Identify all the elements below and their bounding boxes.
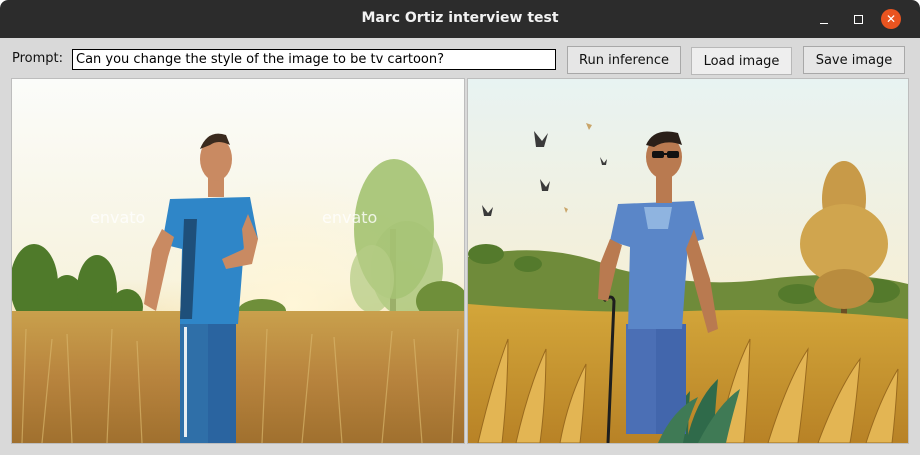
prompt-input[interactable] [72, 49, 556, 70]
app-window: Marc Ortiz interview test ✕ Prompt: Run … [0, 0, 920, 455]
output-image-panel [467, 78, 909, 444]
minimize-icon [820, 22, 828, 24]
maximize-button[interactable] [848, 9, 868, 29]
save-image-button[interactable]: Save image [803, 46, 905, 74]
maximize-icon [853, 14, 863, 24]
input-image-panel: envato envato [11, 78, 465, 444]
close-icon: ✕ [885, 12, 897, 26]
output-cartoon [468, 79, 908, 443]
watermark-text: envato [322, 208, 377, 227]
toolbar: Prompt: Run inference Load image Save im… [0, 38, 920, 78]
watermark-text: envato [90, 208, 145, 227]
load-image-button[interactable]: Load image [691, 47, 792, 75]
run-inference-button[interactable]: Run inference [567, 46, 681, 74]
close-button[interactable]: ✕ [881, 9, 901, 29]
window-title: Marc Ortiz interview test [361, 10, 559, 26]
title-bar[interactable]: Marc Ortiz interview test ✕ [0, 0, 920, 38]
input-photo: envato envato [12, 79, 464, 443]
prompt-label: Prompt: [12, 51, 64, 66]
minimize-button[interactable] [814, 9, 834, 29]
